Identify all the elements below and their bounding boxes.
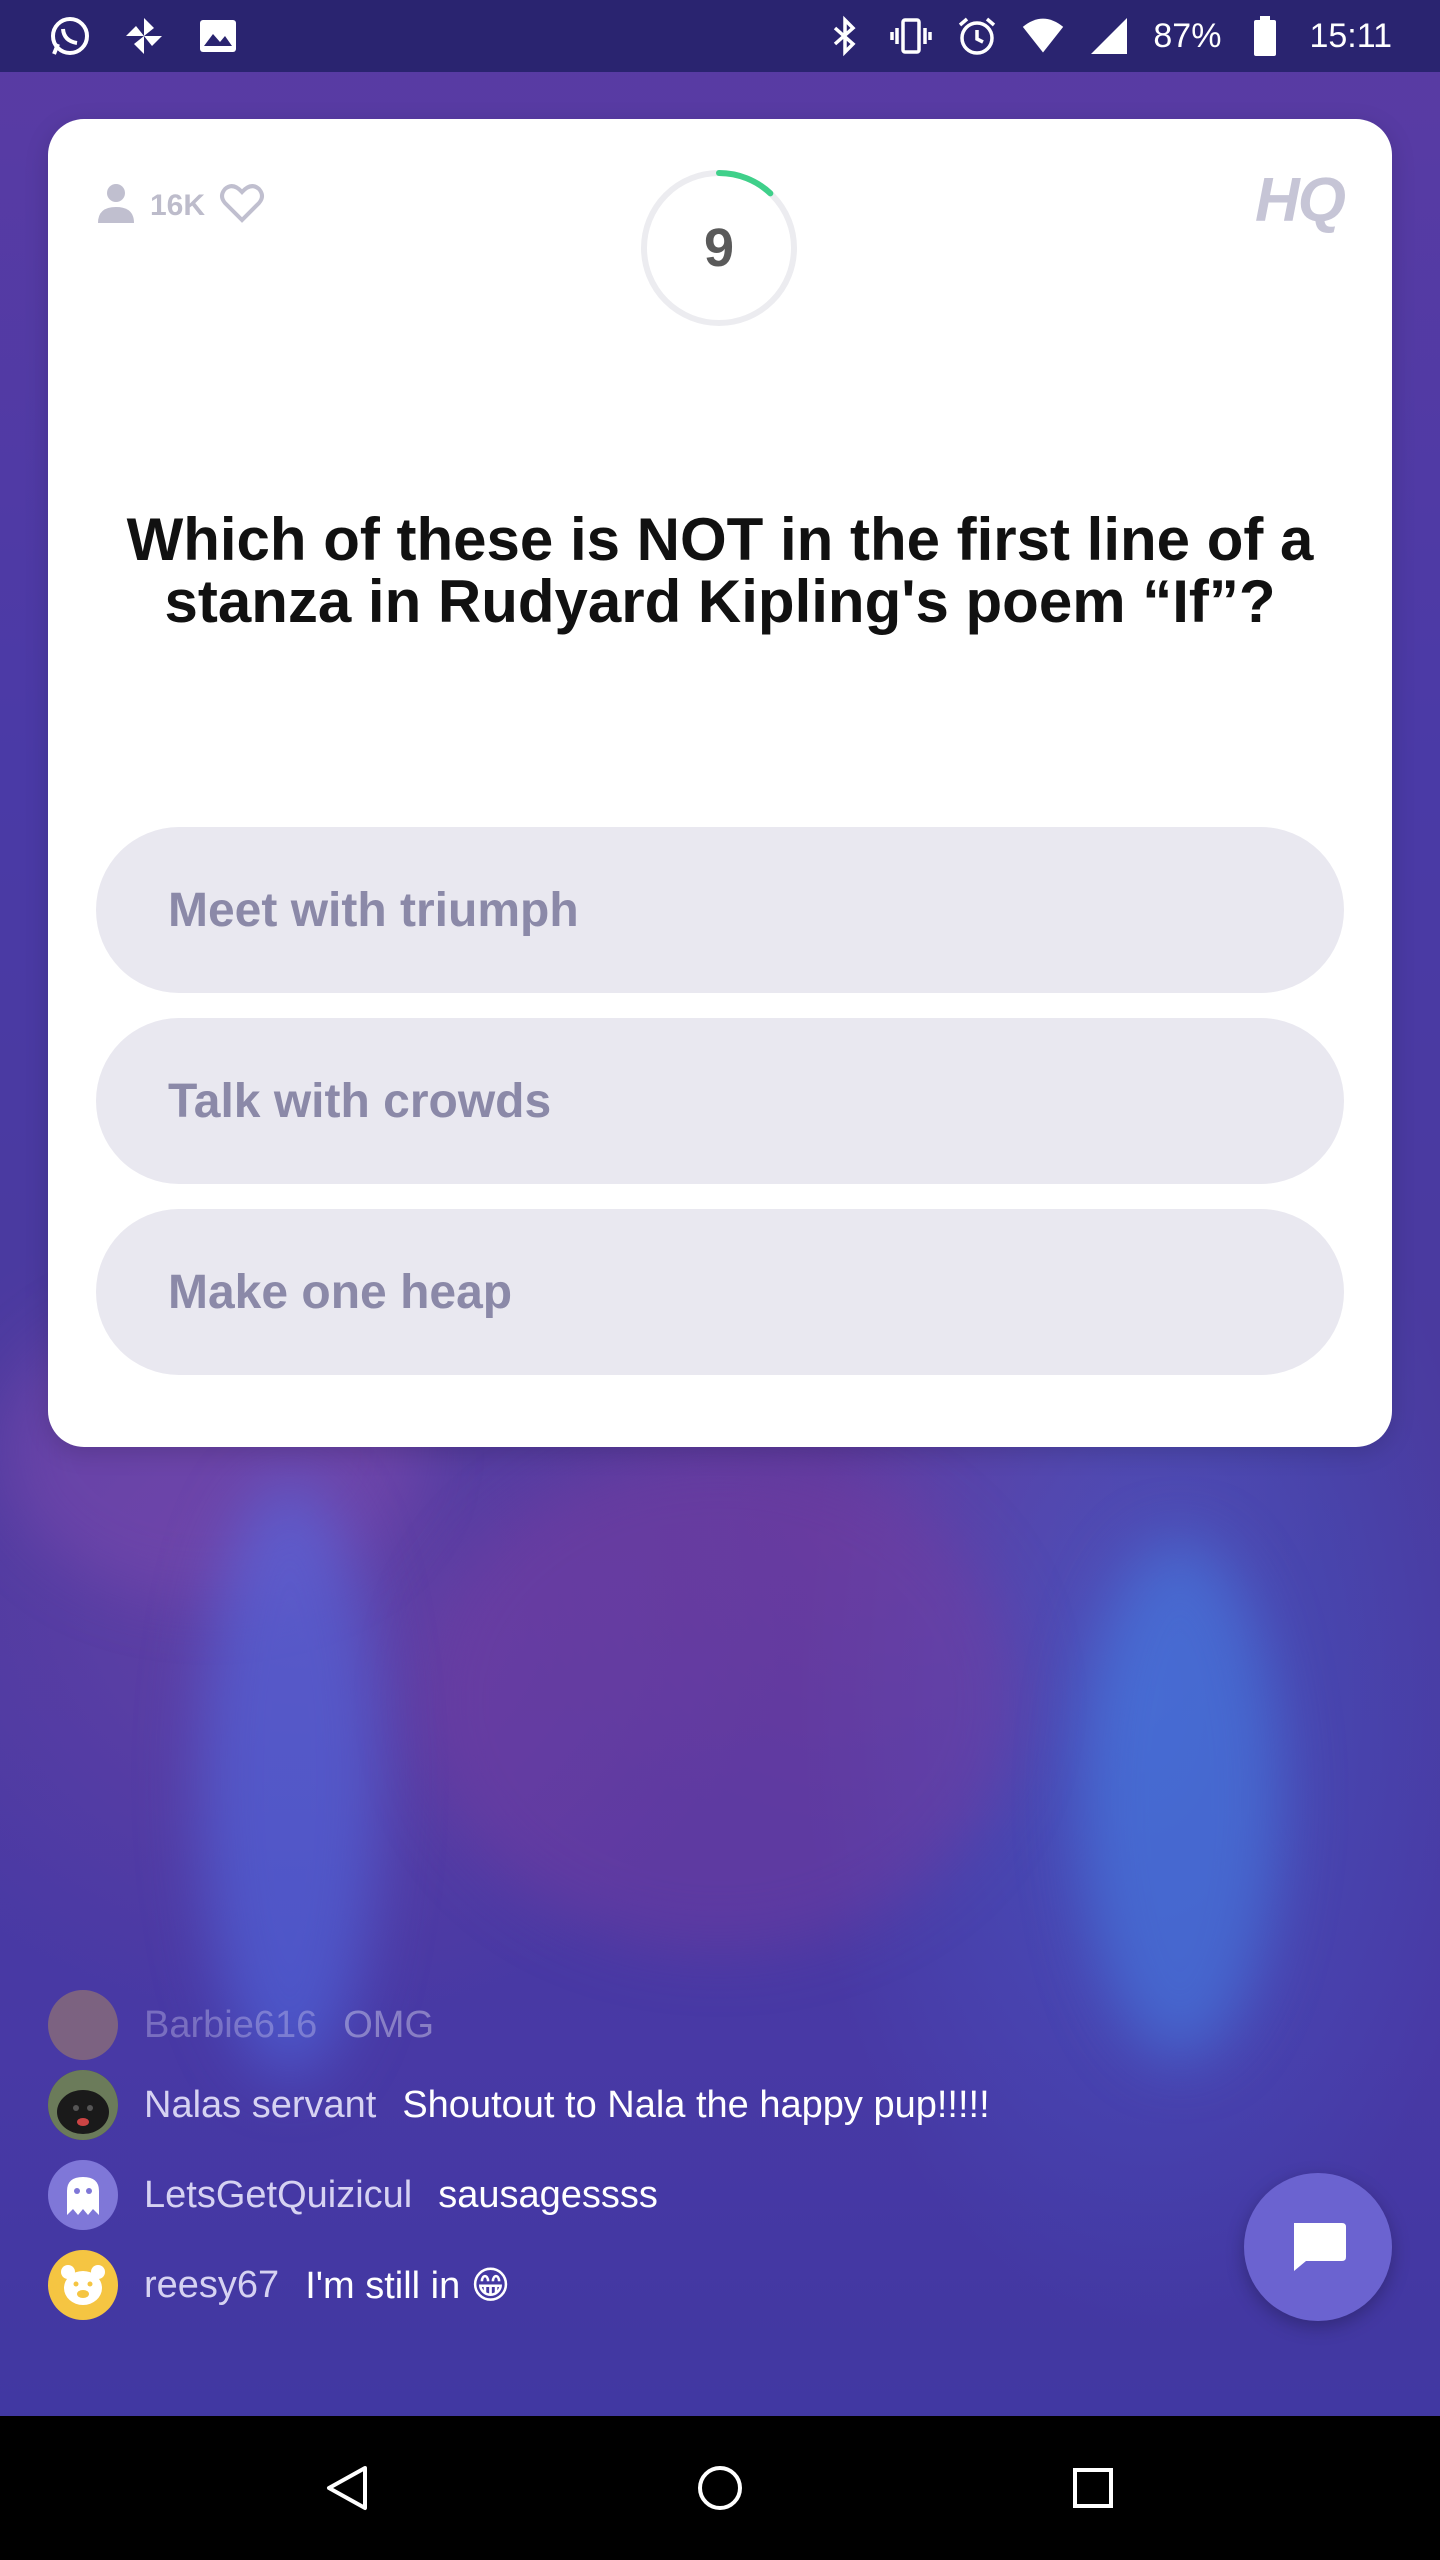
- chat-text: Shoutout to Nala the happy pup!!!!!: [402, 2083, 990, 2126]
- chat-message: reesy67 I'm still in 😁: [48, 2250, 510, 2320]
- chat-bubble-icon: [1294, 2223, 1346, 2271]
- avatar-yellow: [48, 1990, 118, 2060]
- background-blur: [420, 1450, 1020, 1950]
- back-triangle-icon: [326, 2466, 367, 2510]
- question-card: 16K 9 HQ Which of these is NOT in the fi…: [48, 119, 1392, 1447]
- hq-trivia-screen: 87% 15:11 16K 9 HQ Which of these is NOT…: [0, 0, 1440, 2560]
- question-text: Which of these is NOT in the first line …: [126, 506, 1314, 635]
- gallery-icon: [196, 14, 240, 58]
- bear-icon: [48, 2250, 118, 2320]
- status-bar: 87% 15:11: [0, 0, 1440, 72]
- answer-option-3[interactable]: Make one heap: [96, 1209, 1344, 1375]
- chat-username: reesy67: [144, 2263, 280, 2306]
- person-icon: [96, 181, 136, 230]
- answer-option-1[interactable]: Meet with triumph: [96, 827, 1344, 993]
- viewer-count-group: 16K: [96, 181, 265, 230]
- alarm-icon: [955, 14, 999, 58]
- chat-text: I'm still in 😁: [305, 2264, 511, 2307]
- chat-username: LetsGetQuizicul: [144, 2173, 413, 2216]
- bluetooth-icon: [823, 14, 867, 58]
- background-blur: [1080, 1540, 1280, 2060]
- answer-option-2[interactable]: Talk with crowds: [96, 1018, 1344, 1184]
- home-button[interactable]: [690, 2458, 750, 2518]
- chat-message: LetsGetQuizicul sausagessss: [48, 2160, 658, 2230]
- pinwheel-icon: [122, 14, 166, 58]
- chat-message: Nalas servant Shoutout to Nala the happy…: [48, 2070, 990, 2140]
- navigation-bar: [0, 2416, 1440, 2560]
- dog-photo-avatar: [48, 2070, 118, 2140]
- chat-text: OMG: [343, 2003, 435, 2046]
- chat-text: sausagessss: [438, 2173, 658, 2216]
- chat-username: Barbie616: [144, 2003, 318, 2046]
- heart-icon[interactable]: [219, 182, 265, 229]
- clock: 15:11: [1309, 16, 1392, 55]
- vibrate-icon: [889, 14, 933, 58]
- timer-value: 9: [703, 218, 735, 278]
- chat-bubble-button[interactable]: [1244, 2173, 1392, 2321]
- whatsapp-icon: [48, 14, 92, 58]
- hq-logo: HQ: [1255, 166, 1346, 235]
- recents-square-icon: [1073, 2468, 1114, 2508]
- ghost-icon: [48, 2160, 118, 2230]
- battery-percent: 87%: [1153, 16, 1222, 55]
- home-circle-icon: [697, 2466, 742, 2510]
- signal-icon: [1087, 14, 1131, 58]
- recents-button[interactable]: [1063, 2458, 1123, 2518]
- chat-message: Barbie616 OMG: [48, 1990, 434, 2060]
- back-button[interactable]: [317, 2458, 377, 2518]
- chat-username: Nalas servant: [144, 2083, 377, 2126]
- wifi-icon: [1021, 14, 1065, 58]
- countdown-timer: 9: [638, 167, 800, 329]
- viewer-count: 16K: [150, 188, 206, 222]
- battery-icon: [1243, 14, 1287, 58]
